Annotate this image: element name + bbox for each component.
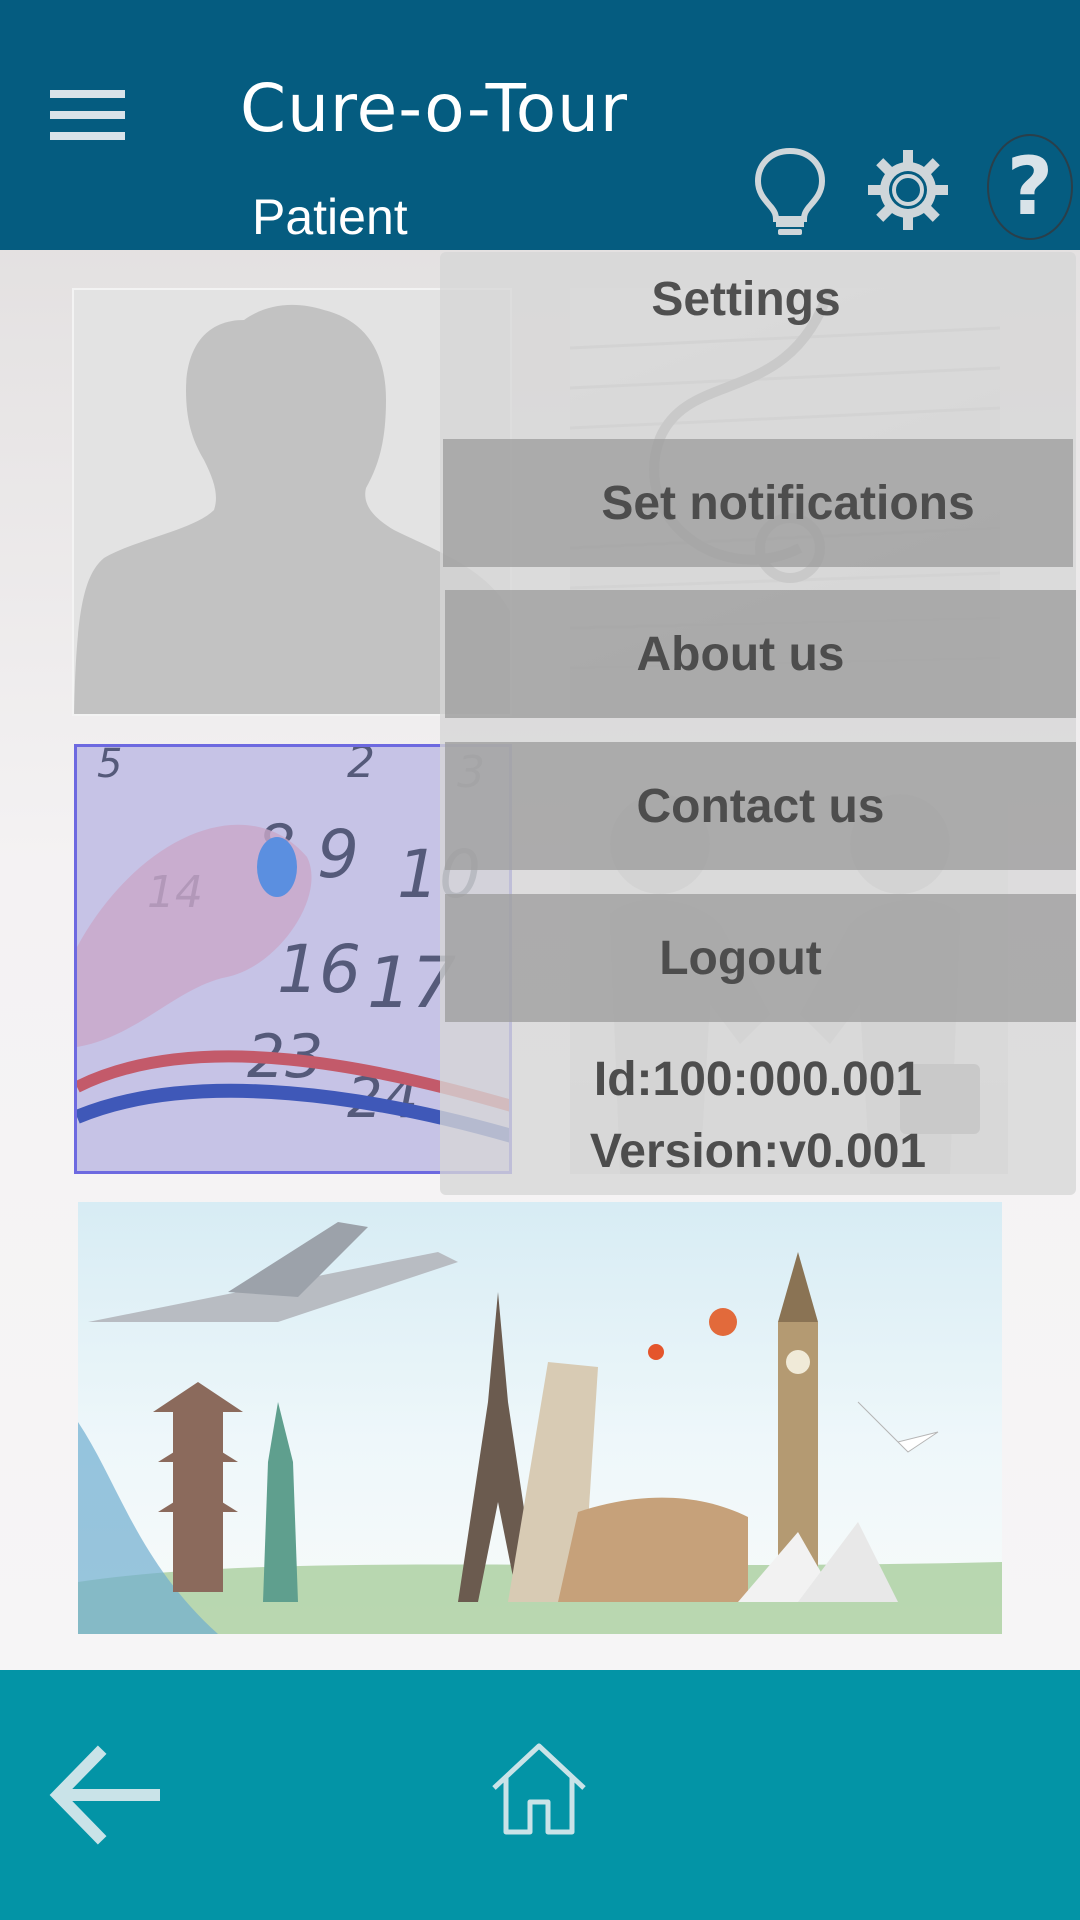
svg-text:5: 5: [97, 747, 122, 787]
lightbulb-icon[interactable]: [748, 145, 832, 237]
user-id-text: Id:100:000.001: [593, 1053, 923, 1106]
contact-us-button[interactable]: Contact us: [445, 742, 1076, 870]
settings-dropdown-panel: Settings Set notifications About us Cont…: [440, 252, 1076, 1195]
set-notifications-button[interactable]: Set notifications: [443, 439, 1073, 567]
help-icon[interactable]: ?: [985, 132, 1075, 242]
svg-text:16: 16: [277, 931, 361, 1008]
menu-icon[interactable]: [50, 90, 125, 140]
svg-text:2: 2: [347, 747, 375, 788]
settings-title: Settings: [651, 273, 841, 326]
svg-text:?: ?: [1007, 140, 1053, 233]
home-icon[interactable]: [488, 1740, 590, 1836]
svg-text:9: 9: [317, 816, 359, 893]
travel-destinations-tile[interactable]: [78, 1202, 1002, 1634]
app-version-text: Version:v0.001: [589, 1125, 927, 1178]
world-landmarks-icon: [78, 1222, 1002, 1634]
user-role-label: Patient: [252, 189, 408, 245]
app-title: Cure-o-Tour: [240, 70, 629, 147]
back-arrow-icon[interactable]: [48, 1740, 160, 1850]
app-header: Cure-o-Tour Patient ?: [0, 0, 1080, 250]
about-us-button[interactable]: About us: [445, 590, 1076, 718]
logout-button[interactable]: Logout: [445, 894, 1076, 1022]
gear-icon[interactable]: [866, 148, 950, 232]
